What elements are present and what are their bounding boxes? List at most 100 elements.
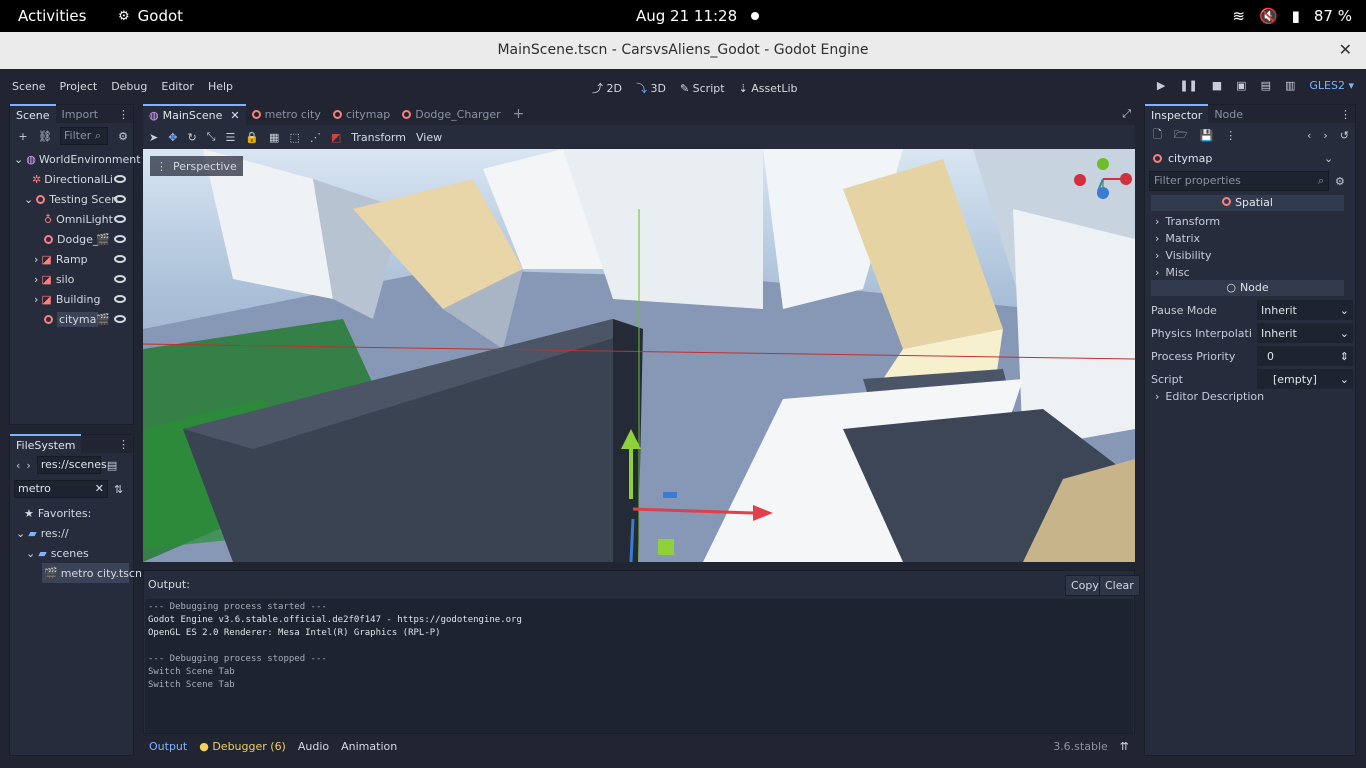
bottom-tab-debugger[interactable]: ● Debugger (6) bbox=[199, 740, 286, 753]
scene-tab-mainscene[interactable]: ◍ MainScene ✕ bbox=[143, 103, 246, 125]
add-node-icon[interactable]: + bbox=[16, 129, 30, 143]
app-menu[interactable]: ⚙ Godot bbox=[118, 7, 183, 25]
scene-tab-metro-city[interactable]: metro city bbox=[246, 105, 327, 124]
scenes-folder-item[interactable]: ⌄ ▰ scenes bbox=[26, 543, 89, 563]
move-tool-icon[interactable]: ✥ bbox=[168, 131, 177, 144]
file-item-metro-city[interactable]: 🎬 metro city.tscn bbox=[42, 563, 142, 583]
snap-icon[interactable]: ⋰ bbox=[310, 131, 321, 144]
mode-2d-button[interactable]: ⤴ 2D bbox=[592, 80, 622, 96]
transform-menu[interactable]: Transform bbox=[351, 131, 406, 144]
close-window-icon[interactable]: ✕ bbox=[1339, 40, 1352, 59]
close-tab-icon[interactable]: ✕ bbox=[230, 109, 239, 122]
visibility-eye-icon[interactable] bbox=[114, 195, 126, 203]
lock-icon[interactable]: 🔒 bbox=[245, 131, 259, 144]
pause-icon[interactable]: ❚❚ bbox=[1179, 79, 1197, 92]
output-log[interactable]: --- Debugging process started --- Godot … bbox=[145, 599, 1133, 733]
group-misc[interactable]: › Misc bbox=[1155, 263, 1366, 281]
group-icon[interactable]: ▦ bbox=[269, 131, 279, 144]
history-forward-icon[interactable]: › bbox=[1323, 129, 1327, 142]
play-custom-icon[interactable]: ▤ bbox=[1261, 79, 1271, 92]
tree-item-worldenvironment[interactable]: ⌄ ◍ WorldEnvironment bbox=[14, 149, 141, 169]
visibility-eye-icon[interactable] bbox=[114, 215, 126, 223]
pause-mode-select[interactable]: Inherit ⌄ bbox=[1257, 300, 1353, 320]
link-icon[interactable]: ⛓ bbox=[38, 129, 52, 143]
scene-tab-dodge-charger[interactable]: Dodge_Charger bbox=[396, 105, 506, 124]
filter-options-icon[interactable]: ⚙ bbox=[1335, 175, 1345, 188]
tree-item-silo[interactable]: › ◪ silo bbox=[34, 269, 132, 289]
renderer-select[interactable]: GLES2 ▾ bbox=[1309, 79, 1354, 92]
split-view-icon[interactable]: ▤ bbox=[107, 459, 117, 472]
group-editor-description[interactable]: › Editor Description bbox=[1155, 387, 1366, 405]
tree-item-ramp[interactable]: › ◪ Ramp bbox=[34, 249, 132, 269]
local-space-icon[interactable]: ⬚ bbox=[289, 131, 299, 144]
sort-icon[interactable]: ⇅ bbox=[114, 483, 123, 496]
bottom-tab-output[interactable]: Output bbox=[149, 740, 187, 753]
activities-button[interactable]: Activities bbox=[18, 7, 86, 25]
tree-item-citymap[interactable]: cityma 🎬 bbox=[44, 309, 132, 329]
visibility-eye-icon[interactable] bbox=[114, 315, 126, 323]
mode-script-button[interactable]: ✎ Script bbox=[680, 82, 725, 95]
menu-editor[interactable]: Editor bbox=[161, 80, 194, 93]
filter-properties-input[interactable]: Filter properties ⌕ bbox=[1149, 171, 1329, 191]
tree-item-dodge[interactable]: Dodge_ 🎬 bbox=[44, 229, 132, 249]
group-transform[interactable]: › Transform bbox=[1155, 212, 1366, 230]
stepper-icon[interactable]: ⇕ bbox=[1340, 350, 1349, 363]
bottom-tab-audio[interactable]: Audio bbox=[298, 740, 329, 753]
scene-tab-citymap[interactable]: citymap bbox=[327, 105, 396, 124]
visibility-eye-icon[interactable] bbox=[114, 175, 126, 183]
camera-icon[interactable]: ◩ bbox=[331, 131, 341, 144]
res-folder-item[interactable]: ⌄ ▰ res:// bbox=[16, 523, 69, 543]
bottom-tab-animation[interactable]: Animation bbox=[341, 740, 397, 753]
play-scene-icon[interactable]: ▣ bbox=[1236, 79, 1246, 92]
scene-script-icon[interactable]: ⚙ bbox=[116, 129, 130, 143]
visibility-eye-icon[interactable] bbox=[114, 275, 126, 283]
scale-tool-icon[interactable]: ⤡ bbox=[207, 130, 216, 144]
list-select-icon[interactable]: ☰ bbox=[225, 131, 235, 144]
menu-help[interactable]: Help bbox=[208, 80, 233, 93]
mode-3d-button[interactable]: ⤵ 3D bbox=[636, 80, 666, 96]
physics-interpolation-select[interactable]: Inherit ⌄ bbox=[1257, 323, 1353, 343]
instance-icon[interactable]: 🎬 bbox=[96, 313, 110, 326]
dock-menu-icon[interactable]: ⋮ bbox=[118, 108, 129, 121]
view-menu[interactable]: View bbox=[416, 131, 442, 144]
dock-menu-icon[interactable]: ⋮ bbox=[118, 438, 129, 451]
tree-item-building[interactable]: › ◪ Building bbox=[34, 289, 132, 309]
movie-icon[interactable]: ▥ bbox=[1285, 79, 1295, 92]
tab-filesystem[interactable]: FileSystem bbox=[10, 433, 82, 455]
play-icon[interactable]: ▶ bbox=[1157, 79, 1165, 92]
scene-filter-input[interactable]: Filter ⌕ bbox=[60, 127, 108, 145]
visibility-eye-icon[interactable] bbox=[114, 295, 126, 303]
path-field[interactable]: res://scenes bbox=[36, 456, 107, 474]
tree-item-omnilight[interactable]: ♁ OmniLight bbox=[44, 209, 132, 229]
tab-inspector[interactable]: Inspector bbox=[1145, 103, 1209, 125]
menu-debug[interactable]: Debug bbox=[111, 80, 147, 93]
visibility-eye-icon[interactable] bbox=[114, 255, 126, 263]
favorites-item[interactable]: ★ Favorites: bbox=[24, 503, 91, 523]
group-visibility[interactable]: › Visibility bbox=[1155, 246, 1366, 264]
forward-icon[interactable]: › bbox=[26, 459, 30, 472]
rotate-tool-icon[interactable]: ↻ bbox=[187, 131, 196, 144]
perspective-menu[interactable]: ⋮ Perspective bbox=[150, 156, 243, 176]
history-back-icon[interactable]: ‹ bbox=[1307, 129, 1311, 142]
tab-scene[interactable]: Scene bbox=[10, 103, 56, 125]
distraction-free-icon[interactable]: ⤢ bbox=[1122, 107, 1131, 121]
tree-item-directionallight[interactable]: ✲ DirectionalLi bbox=[32, 169, 132, 189]
menu-scene[interactable]: Scene bbox=[12, 80, 46, 93]
back-icon[interactable]: ‹ bbox=[16, 459, 20, 472]
stop-icon[interactable]: ■ bbox=[1212, 79, 1222, 92]
system-tray[interactable]: ≋ 🔇 ▮ 87 % bbox=[1232, 7, 1352, 25]
more-icon[interactable]: ⋮ bbox=[1225, 129, 1236, 142]
tab-import[interactable]: Import bbox=[56, 105, 105, 124]
history-icon[interactable]: ↺ bbox=[1340, 129, 1349, 142]
tab-node[interactable]: Node bbox=[1208, 105, 1249, 124]
script-picker[interactable]: [empty] ⌄ bbox=[1257, 369, 1353, 389]
process-priority-spinbox[interactable]: 0 ⇕ bbox=[1257, 346, 1353, 366]
mode-assetlib-button[interactable]: ⇣ AssetLib bbox=[739, 82, 798, 95]
group-matrix[interactable]: › Matrix bbox=[1155, 229, 1366, 247]
clock[interactable]: Aug 21 11:28 bbox=[636, 7, 737, 25]
new-resource-icon[interactable]: 🗋 bbox=[1153, 126, 1162, 145]
3d-viewport[interactable]: ⋮ Perspective bbox=[143, 149, 1135, 562]
tree-item-testing-scene[interactable]: ⌄ Testing Scen bbox=[24, 189, 132, 209]
object-selector[interactable]: citymap ⌄ bbox=[1145, 147, 1355, 169]
select-tool-icon[interactable]: ➤ bbox=[149, 131, 158, 144]
